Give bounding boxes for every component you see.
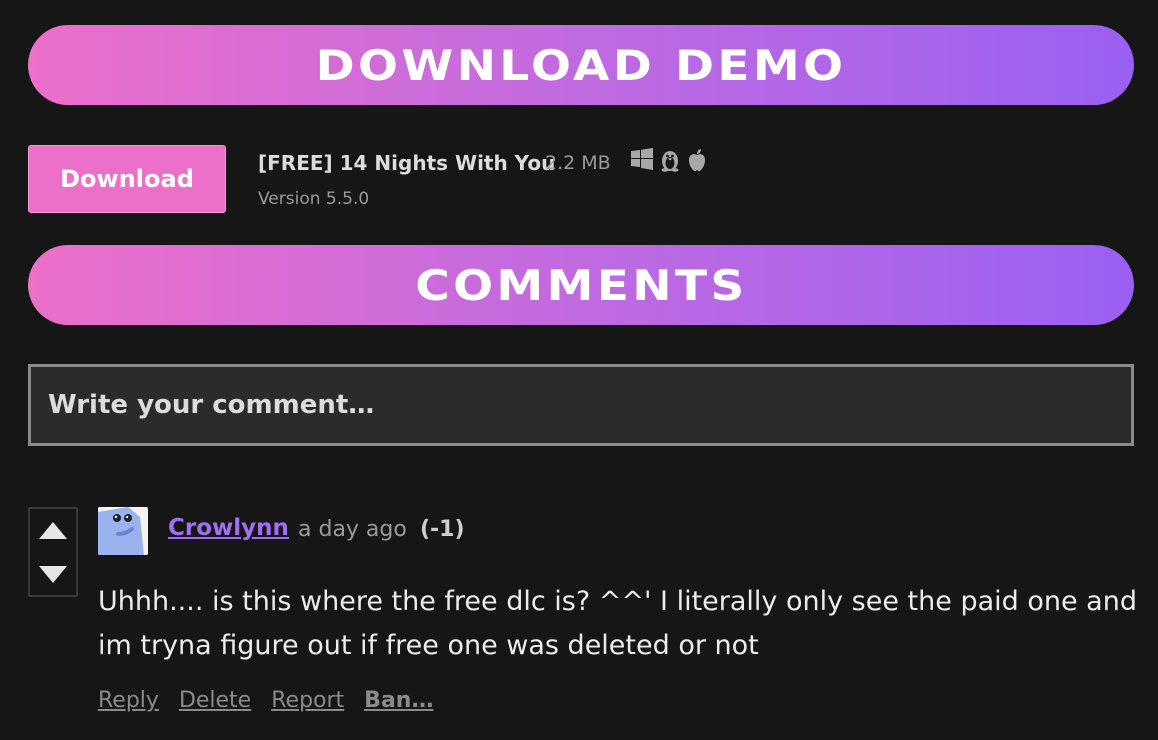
avatar[interactable] (98, 507, 148, 555)
delete-link[interactable]: Delete (179, 688, 251, 713)
windows-icon (630, 148, 654, 172)
upvote-button[interactable] (30, 509, 76, 552)
file-version: Version 5.5.0 (258, 189, 370, 209)
file-size: 2.2 MB (545, 152, 611, 174)
reply-link[interactable]: Reply (98, 688, 159, 713)
apple-icon (686, 148, 708, 172)
comment-score: (-1) (420, 517, 465, 542)
platform-icons (630, 148, 708, 172)
download-demo-title: DOWNLOAD DEMO (315, 40, 847, 90)
arrow-down-icon (39, 565, 67, 583)
comment-timestamp: a day ago (298, 517, 407, 542)
comments-title: COMMENTS (414, 260, 748, 310)
ban-link[interactable]: Ban… (364, 688, 433, 713)
report-link[interactable]: Report (271, 688, 344, 713)
comment-username[interactable]: Crowlynn (168, 515, 289, 541)
file-name: [FREE] 14 Nights With You (258, 151, 556, 175)
avatar-image (98, 507, 148, 555)
vote-widget (28, 507, 78, 597)
comments-banner: COMMENTS (28, 245, 1134, 325)
downvote-button[interactable] (30, 552, 76, 595)
comment-input[interactable] (28, 364, 1134, 446)
linux-icon (658, 148, 682, 172)
download-demo-banner: DOWNLOAD DEMO (28, 25, 1134, 105)
download-button[interactable]: Download (28, 145, 226, 213)
arrow-up-icon (39, 521, 67, 539)
comment-actions: Reply Delete Report Ban… (98, 688, 433, 713)
download-row: Download [FREE] 14 Nights With You 2.2 M… (28, 145, 1134, 217)
comment-body: Uhhh.... is this where the free dlc is? … (98, 586, 1137, 661)
